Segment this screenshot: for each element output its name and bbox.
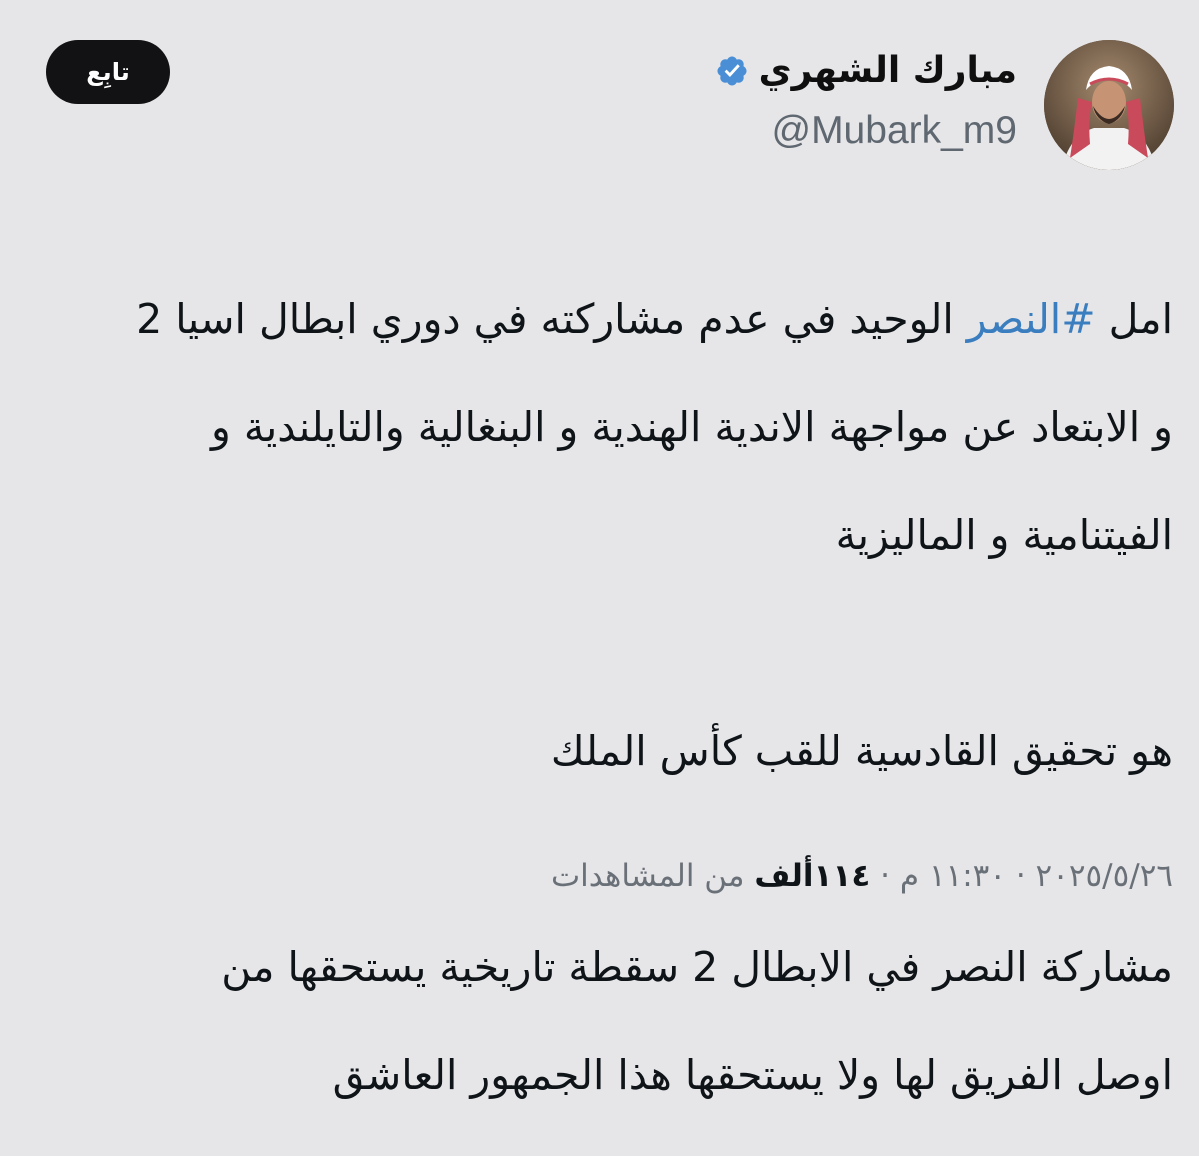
tweet-text: امل #النصر الوحيد في عدم مشاركته في دوري… [36,238,1173,1156]
tweet-line-suffix: الوحيد في عدم مشاركته في دوري ابطال اسيا… [136,295,967,343]
tweet-line: مشاركة النصر في الابطال 2 سقطة تاريخية ي… [221,943,1173,991]
verified-badge-icon [717,56,747,86]
user-info: مبارك الشهري @Mubark_m9 [715,45,1017,153]
avatar[interactable] [1044,40,1174,170]
user-handle[interactable]: @Mubark_m9 [715,109,1017,153]
avatar-image [1044,40,1174,170]
name-row: مبارك الشهري [715,45,1017,97]
tweet-line: الفيتنامية و الماليزية [835,511,1173,559]
hashtag-link[interactable]: #النصر [967,295,1096,343]
tweet-line: و الابتعاد عن مواجهة الاندية الهندية و ا… [211,403,1173,451]
meta-separator: · [1005,858,1036,894]
display-name[interactable]: مبارك الشهري [759,45,1017,97]
views-label: من المشاهدات [550,858,755,894]
tweet-line: امل #النصر الوحيد في عدم مشاركته في دوري… [36,292,1173,346]
tweet-line: هو تحقيق القادسية للقب كأس الملك [550,727,1173,775]
follow-button[interactable]: تابِع [46,40,170,104]
tweet-time[interactable]: ١١:٣٠ م [900,858,1006,894]
tweet-line: اوصل الفريق لها ولا يستحقها هذا الجمهور … [332,1051,1173,1099]
views-count[interactable]: ١١٤ألف [754,858,870,894]
meta-separator: · [870,858,900,894]
tweet-date[interactable]: ٢٠٢٥/٥/٢٦ [1036,858,1173,894]
tweet-line-prefix: امل [1095,295,1173,343]
tweet-meta: ٢٠٢٥/٥/٢٦ · ١١:٣٠ م · ١١٤ألف من المشاهدا… [551,858,1173,894]
